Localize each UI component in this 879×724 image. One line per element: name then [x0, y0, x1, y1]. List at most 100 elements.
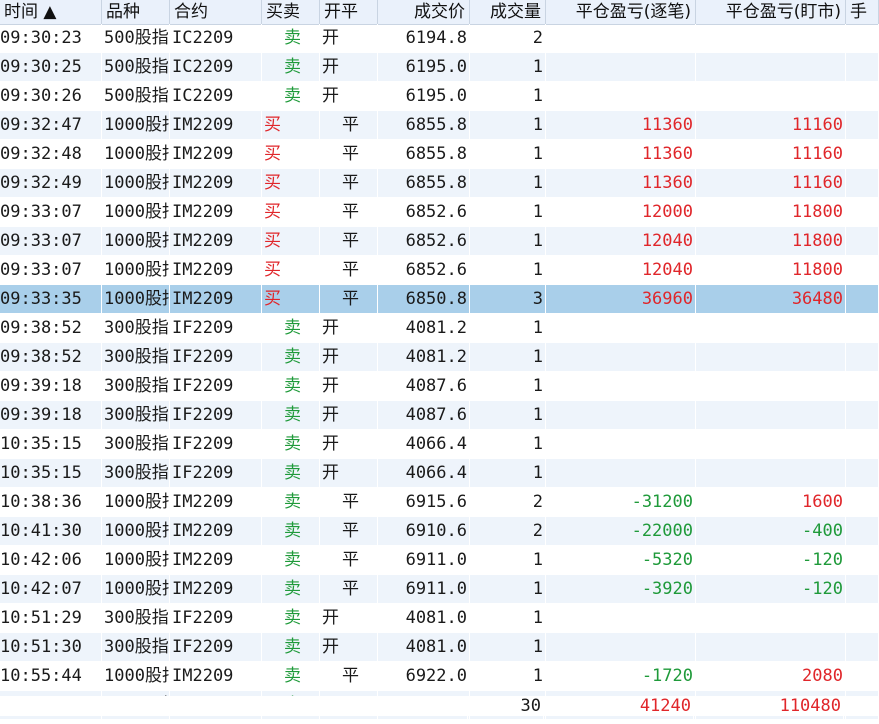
cell-extra: [846, 401, 879, 429]
cell-buysell: 卖: [262, 633, 320, 661]
table-row[interactable]: 09:39:18 300股指 IF2209 卖开 4087.6 1: [0, 401, 879, 430]
cell-volume: 1: [470, 604, 546, 632]
table-row[interactable]: 09:33:071000股指IM2209买平6852.611200011800: [0, 198, 879, 227]
table-row[interactable]: 09:33:351000股指IM2209买平6850.833696036480: [0, 285, 879, 314]
cell-product: 1000股指: [102, 227, 170, 255]
column-header-contract[interactable]: 合约: [170, 0, 262, 24]
cell-volume: 1: [470, 546, 546, 574]
column-header-product[interactable]: 品种: [102, 0, 170, 24]
cell-time: 09:33:35: [0, 285, 102, 313]
column-header-pl-mtm[interactable]: 平仓盈亏(盯市): [696, 0, 846, 24]
total-volume: 30: [468, 696, 544, 724]
cell-pl-trade: [546, 314, 696, 342]
cell-price: 4081.2: [378, 343, 470, 371]
cell-price: 6922.0: [378, 662, 470, 690]
table-row[interactable]: 10:35:15 300股指 IF2209 卖开 4066.4 1: [0, 430, 879, 459]
cell-openclose: 开: [320, 314, 378, 342]
cell-product: 300股指: [102, 343, 170, 371]
cell-contract: IM2209: [170, 169, 262, 197]
cell-volume: 2: [470, 24, 546, 52]
cell-buysell: 卖: [262, 488, 320, 516]
table-row[interactable]: 10:42:071000股指IM2209卖平6911.01-3920-120: [0, 575, 879, 604]
cell-pl-trade: [546, 459, 696, 487]
column-header-extra[interactable]: 手: [846, 0, 879, 24]
cell-time: 09:33:07: [0, 227, 102, 255]
table-row[interactable]: 09:38:52 300股指 IF2209 卖开 4081.2 1: [0, 343, 879, 372]
table-row[interactable]: 10:51:30 300股指 IF2209 卖开 4081.0 1: [0, 633, 879, 662]
cell-buysell: 买: [262, 285, 320, 313]
cell-openclose: 平: [320, 198, 378, 226]
cell-extra: [846, 662, 879, 690]
cell-extra: [846, 459, 879, 487]
cell-extra: [846, 256, 879, 284]
cell-price: 6850.8: [378, 285, 470, 313]
column-header-openclose[interactable]: 开平: [320, 0, 378, 24]
table-row[interactable]: 09:33:071000股指IM2209买平6852.611204011800: [0, 256, 879, 285]
cell-product: 300股指: [102, 314, 170, 342]
cell-pl-trade: -22000: [546, 517, 696, 545]
table-row[interactable]: 09:33:071000股指IM2209买平6852.611204011800: [0, 227, 879, 256]
cell-pl-mtm: 11800: [696, 256, 846, 284]
cell-pl-mtm: 11160: [696, 169, 846, 197]
cell-openclose: 开: [320, 459, 378, 487]
table-row[interactable]: 09:30:23 500股指 IC2209 卖开 6194.8 2: [0, 24, 879, 53]
cell-buysell: 买: [262, 256, 320, 284]
table-row[interactable]: 09:32:491000股指IM2209买平6855.811136011160: [0, 169, 879, 198]
table-row[interactable]: 09:32:481000股指IM2209买平6855.811136011160: [0, 140, 879, 169]
cell-volume: 1: [470, 459, 546, 487]
cell-product: 1000股指: [102, 140, 170, 168]
cell-pl-trade: 12040: [546, 227, 696, 255]
cell-openclose: 平: [320, 111, 378, 139]
cell-pl-trade: [546, 430, 696, 458]
table-row[interactable]: 09:30:26 500股指 IC2209 卖开 6195.0 1: [0, 82, 879, 111]
cell-pl-mtm: 11160: [696, 111, 846, 139]
cell-openclose: 平: [320, 662, 378, 690]
cell-time: 09:39:18: [0, 372, 102, 400]
table-row[interactable]: 09:32:471000股指IM2209买平6855.811136011160: [0, 111, 879, 140]
cell-extra: [846, 343, 879, 371]
cell-buysell: 买: [262, 198, 320, 226]
cell-product: 300股指: [102, 372, 170, 400]
cell-extra: [846, 140, 879, 168]
cell-price: 6852.6: [378, 256, 470, 284]
cell-price: 6195.0: [378, 53, 470, 81]
cell-time: 10:38:36: [0, 488, 102, 516]
cell-volume: 1: [470, 256, 546, 284]
cell-time: 10:42:06: [0, 546, 102, 574]
cell-openclose: 平: [320, 546, 378, 574]
cell-price: 6911.0: [378, 575, 470, 603]
cell-pl-trade: [546, 372, 696, 400]
table-row[interactable]: 10:51:29 300股指 IF2209 卖开 4081.0 1: [0, 604, 879, 633]
table-row[interactable]: 10:38:361000股指IM2209卖平6915.62-312001600: [0, 488, 879, 517]
cell-volume: 1: [470, 430, 546, 458]
cell-time: 10:35:15: [0, 430, 102, 458]
cell-openclose: 开: [320, 633, 378, 661]
cell-contract: IM2209: [170, 488, 262, 516]
table-row[interactable]: 09:30:25 500股指 IC2209 卖开 6195.0 1: [0, 53, 879, 82]
column-header-volume[interactable]: 成交量: [470, 0, 546, 24]
cell-product: 500股指: [102, 24, 170, 52]
column-header-time[interactable]: 时间 ▲: [0, 0, 102, 24]
table-row[interactable]: 09:39:18 300股指 IF2209 卖开 4087.6 1: [0, 372, 879, 401]
cell-extra: [846, 604, 879, 632]
table-row[interactable]: 10:41:301000股指IM2209卖平6910.62-22000-400: [0, 517, 879, 546]
cell-pl-mtm: [696, 24, 846, 52]
cell-extra: [846, 633, 879, 661]
table-row[interactable]: 09:38:52 300股指 IF2209 卖开 4081.2 1: [0, 314, 879, 343]
cell-buysell: 卖: [262, 372, 320, 400]
cell-pl-mtm: -120: [696, 546, 846, 574]
cell-volume: 1: [470, 227, 546, 255]
cell-pl-mtm: -400: [696, 517, 846, 545]
column-header-price[interactable]: 成交价: [378, 0, 470, 24]
cell-buysell: 卖: [262, 662, 320, 690]
column-header-pl-trade[interactable]: 平仓盈亏(逐笔): [546, 0, 696, 24]
cell-openclose: 平: [320, 256, 378, 284]
cell-pl-mtm: [696, 82, 846, 110]
table-row[interactable]: 10:42:061000股指IM2209卖平6911.01-5320-120: [0, 546, 879, 575]
cell-price: 4087.6: [378, 372, 470, 400]
column-header-buysell[interactable]: 买卖: [262, 0, 320, 24]
table-row[interactable]: 10:55:441000股指IM2209卖平6922.01-17202080: [0, 662, 879, 691]
cell-openclose: 平: [320, 517, 378, 545]
cell-price: 4066.4: [378, 459, 470, 487]
table-row[interactable]: 10:35:15 300股指 IF2209 卖开 4066.4 1: [0, 459, 879, 488]
